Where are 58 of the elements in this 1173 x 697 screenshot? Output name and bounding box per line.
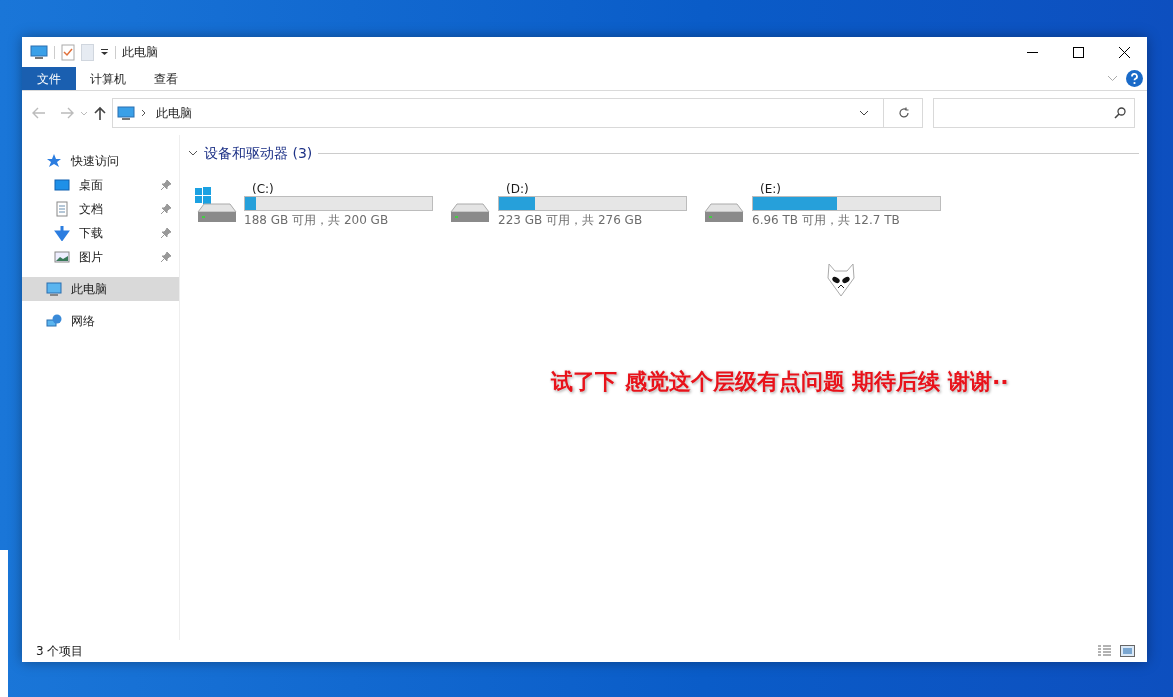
drive-name: (D:) (505, 181, 530, 196)
fox-mask-icon (826, 263, 856, 297)
computer-icon (46, 281, 62, 297)
address-path: 此电脑 (156, 105, 192, 122)
dropdown-icon[interactable] (100, 48, 109, 56)
drive-tile[interactable]: (D:) 223 GB 可用，共 276 GB (448, 180, 702, 229)
address-bar[interactable]: 此电脑 (112, 98, 923, 128)
sidebar-item[interactable]: 网络 (22, 309, 179, 333)
pin-icon[interactable] (161, 252, 171, 262)
file-menu-button[interactable]: 文件 (22, 67, 76, 90)
down-arrow-icon (54, 225, 70, 241)
maximize-icon (1072, 46, 1084, 58)
back-arrow-icon[interactable] (32, 107, 46, 119)
item-count: 3 个项目 (36, 643, 84, 660)
drive-usage-text: 188 GB 可用，共 200 GB (244, 212, 390, 229)
document-icon (54, 201, 70, 217)
subtitle-caption: 试了下 感觉这个层级有点问题 期待后续 谢谢·· (551, 368, 1009, 396)
large-icons-view-icon[interactable] (1120, 645, 1135, 657)
help-icon[interactable] (1126, 70, 1143, 87)
computer-icon (117, 105, 135, 121)
properties-icon[interactable] (61, 43, 75, 61)
sidebar-item[interactable]: 快速访问 (22, 149, 179, 173)
sidebar-item[interactable]: 此电脑 (22, 277, 179, 301)
sidebar-item[interactable]: 桌面 (22, 173, 179, 197)
close-icon (1118, 46, 1130, 58)
sidebar-item[interactable]: 下载 (22, 221, 179, 245)
chevron-icon (141, 109, 146, 117)
expand-ribbon-icon[interactable] (1107, 75, 1118, 82)
computer-icon[interactable] (30, 44, 48, 60)
search-field[interactable] (933, 98, 1135, 128)
pin-icon[interactable] (161, 204, 171, 214)
up-arrow-icon[interactable] (94, 106, 106, 120)
recent-dropdown-icon[interactable] (80, 110, 88, 116)
collapse-chevron-icon[interactable] (188, 150, 198, 157)
drive-tile[interactable]: (C:) 188 GB 可用，共 200 GB (194, 180, 448, 229)
network-icon (46, 313, 62, 329)
ribbon-tab[interactable]: 计算机 (76, 67, 140, 90)
details-view-icon[interactable] (1097, 645, 1112, 657)
desktop-icon (54, 177, 70, 193)
sidebar-item[interactable]: 图片 (22, 245, 179, 269)
drive-usage-text: 6.96 TB 可用，共 12.7 TB (752, 212, 901, 229)
window-title: 此电脑 (122, 44, 158, 61)
ribbon-tab[interactable]: 查看 (140, 67, 192, 90)
pin-icon[interactable] (161, 180, 171, 190)
drive-name: (E:) (759, 181, 782, 196)
star-icon (46, 153, 62, 169)
drive-tile[interactable]: (E:) 6.96 TB 可用，共 12.7 TB (702, 180, 956, 229)
sidebar-item[interactable]: 文档 (22, 197, 179, 221)
minimize-icon (1026, 51, 1038, 53)
dropdown-icon[interactable] (859, 110, 869, 116)
forward-arrow-icon[interactable] (60, 107, 74, 119)
section-title[interactable]: 设备和驱动器 (3) (204, 143, 313, 164)
drive-name: (C:) (251, 181, 275, 196)
picture-icon (54, 249, 70, 265)
refresh-icon[interactable] (898, 107, 910, 119)
search-icon (1114, 107, 1126, 119)
pin-icon[interactable] (161, 228, 171, 238)
drive-usage-text: 223 GB 可用，共 276 GB (498, 212, 644, 229)
